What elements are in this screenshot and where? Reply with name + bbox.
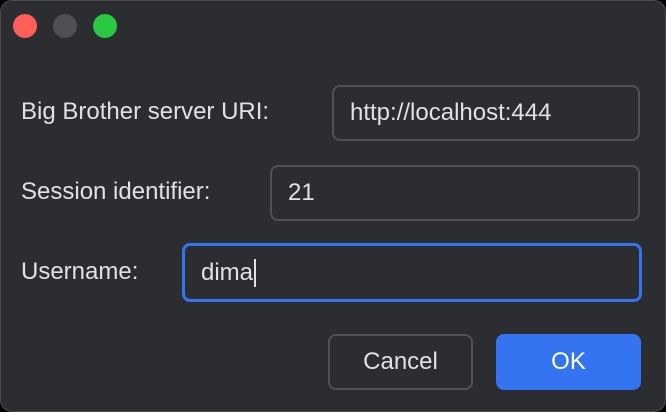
login-dialog: Big Brother server URI: http://localhost… — [0, 0, 666, 412]
server-uri-value: http://localhost:444 — [350, 99, 552, 126]
ok-button[interactable]: OK — [496, 334, 641, 390]
session-identifier-label: Session identifier: — [21, 178, 211, 205]
server-uri-input[interactable]: http://localhost:444 — [332, 85, 640, 141]
cancel-button[interactable]: Cancel — [328, 334, 473, 390]
session-identifier-value: 21 — [288, 179, 315, 206]
server-uri-label: Big Brother server URI: — [21, 98, 270, 125]
username-value: dima — [201, 258, 254, 286]
close-window-button[interactable] — [13, 14, 37, 38]
username-label: Username: — [21, 258, 139, 285]
minimize-window-button[interactable] — [53, 14, 77, 38]
text-caret — [254, 258, 257, 287]
zoom-window-button[interactable] — [93, 14, 117, 38]
username-input[interactable]: dima — [182, 243, 642, 302]
session-identifier-input[interactable]: 21 — [270, 165, 640, 221]
